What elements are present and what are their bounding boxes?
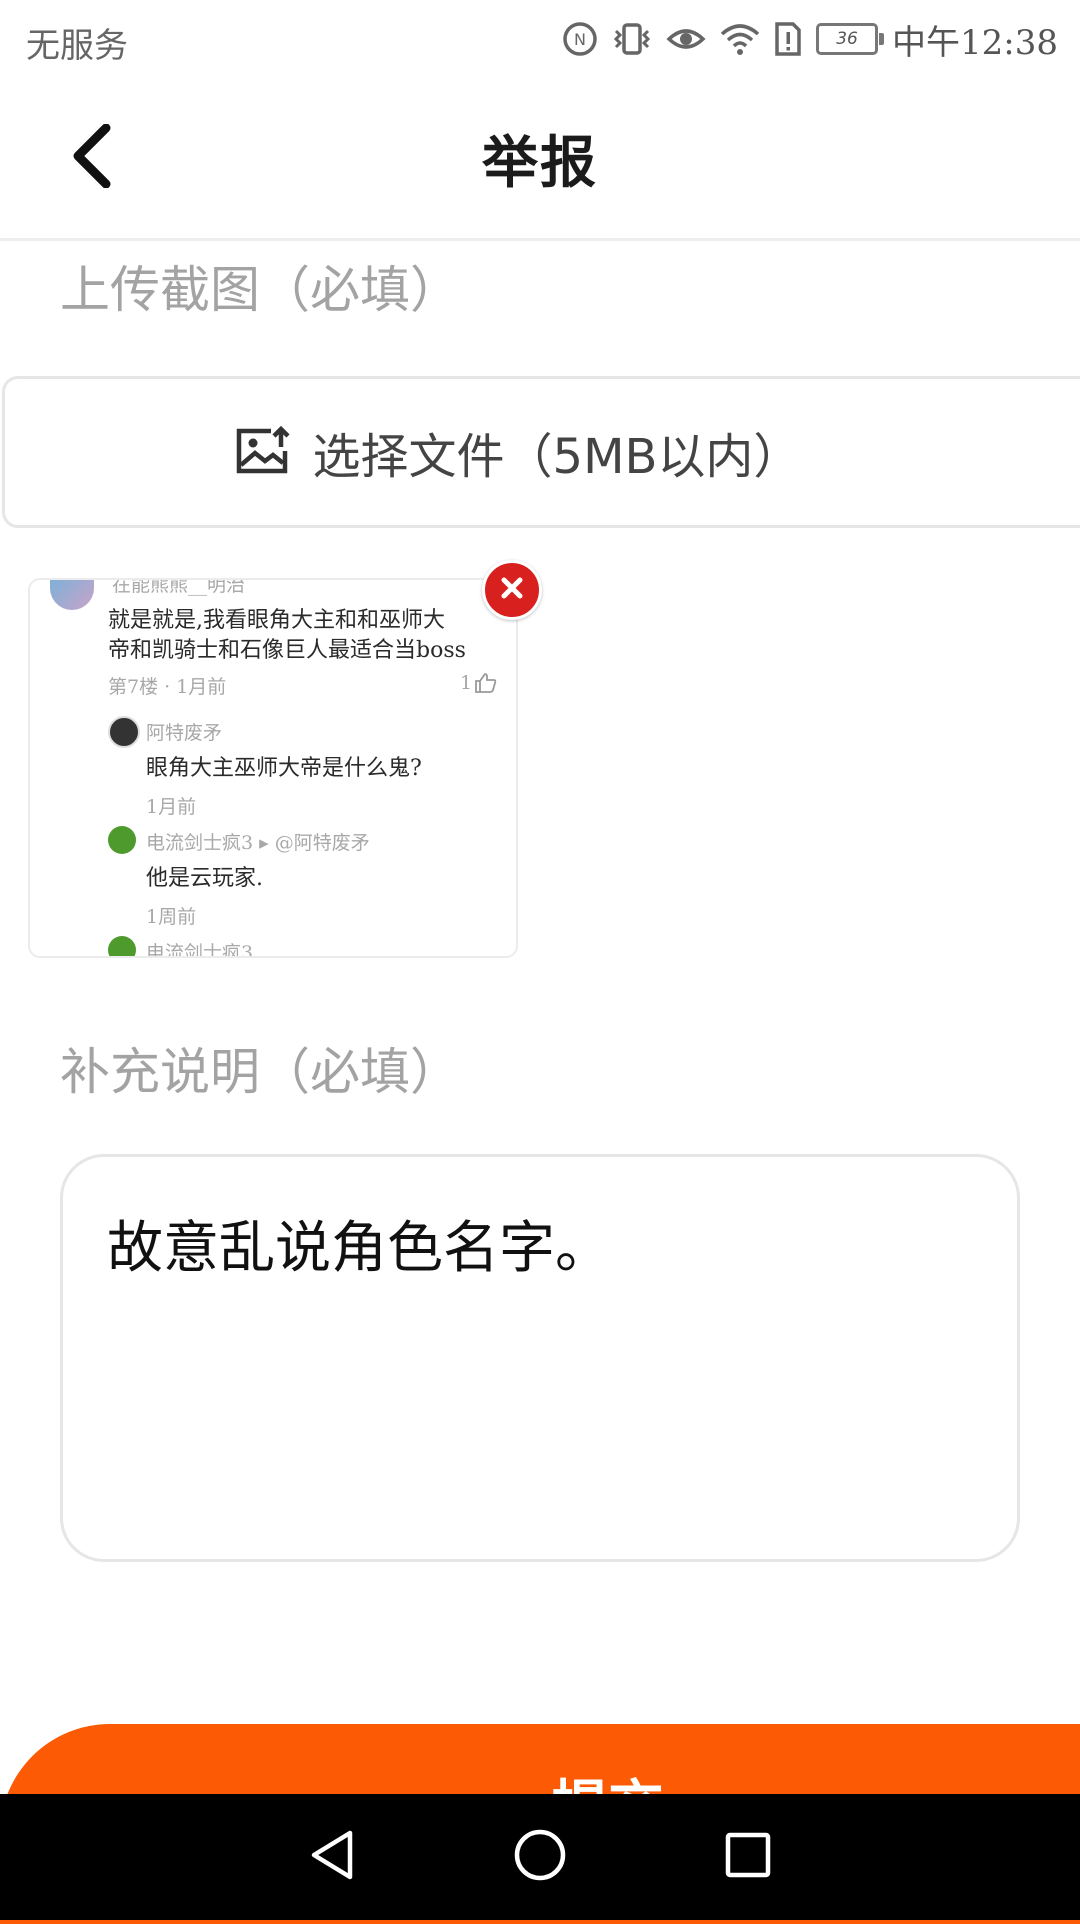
avatar: [108, 716, 140, 748]
wifi-icon: [720, 22, 760, 56]
avatar: [108, 826, 136, 854]
nav-home-button[interactable]: [500, 1817, 580, 1897]
choose-file-label: 选择文件（5MB以内）: [312, 429, 802, 485]
triangle-back-icon: [306, 1827, 358, 1887]
remove-image-button[interactable]: [482, 560, 542, 620]
image-upload-icon: [235, 425, 291, 479]
nfc-icon: N: [562, 21, 598, 57]
nav-back-button[interactable]: [292, 1817, 372, 1897]
clock: 中午12:38: [892, 22, 1058, 63]
thumb-comment-line-2: 帝和凯骑士和石像巨人最适合当boss: [108, 638, 466, 663]
thumb-meta: 第7楼 · 1月前: [108, 676, 227, 698]
system-nav-bar: [0, 1794, 1080, 1920]
close-icon: [499, 575, 525, 605]
description-value: 故意乱说角色名字。: [107, 1216, 611, 1281]
description-label: 补充说明（必填）: [60, 1043, 460, 1101]
thumb-likes: 1: [460, 672, 473, 694]
thumb-comment-line-1: 就是就是,我看眼角大主和和巫师大: [108, 608, 445, 633]
thumb-reply3-user: 电流剑士疯3: [146, 942, 254, 958]
upload-label: 上传截图（必填）: [60, 261, 460, 319]
sim-alert-icon: [774, 21, 802, 57]
thumbs-up-icon: [474, 672, 498, 698]
svg-text:N: N: [574, 30, 586, 49]
thumb-reply1-text: 眼角大主巫师大帝是什么鬼?: [146, 756, 422, 781]
thumb-reply1-time: 1月前: [146, 796, 197, 818]
thumb-reply2-user: 电流剑士疯3 ▸ @阿特废矛: [146, 832, 370, 854]
header: 举报: [0, 78, 1080, 241]
battery-icon: 36: [816, 23, 885, 55]
carrier-text: 无服务: [26, 26, 128, 66]
thumb-reply2-time: 1周前: [146, 906, 197, 928]
circle-home-icon: [512, 1827, 568, 1887]
thumb-reply1-user: 阿特废矛: [146, 722, 223, 744]
square-recents-icon: [723, 1830, 773, 1884]
status-bar: 无服务 N 36 中午12:38: [0, 0, 1080, 78]
eye-icon: [666, 23, 706, 55]
nav-recents-button[interactable]: [708, 1817, 788, 1897]
choose-file-button[interactable]: 选择文件（5MB以内）: [2, 376, 1080, 528]
vibrate-icon: [612, 21, 652, 57]
thumb-user: 在能熊熊__明治: [112, 578, 246, 596]
avatar: [50, 580, 94, 610]
page-title: 举报: [482, 131, 598, 196]
status-icons: N 36 中午12:38: [562, 14, 1058, 64]
description-textarea[interactable]: 故意乱说角色名字。: [60, 1154, 1020, 1562]
uploaded-screenshot-thumbnail[interactable]: 在能熊熊__明治 就是就是,我看眼角大主和和巫师大 帝和凯骑士和石像巨人最适合当…: [28, 578, 518, 958]
thumb-reply2-text: 他是云玩家.: [146, 866, 263, 891]
avatar: [108, 936, 136, 956]
